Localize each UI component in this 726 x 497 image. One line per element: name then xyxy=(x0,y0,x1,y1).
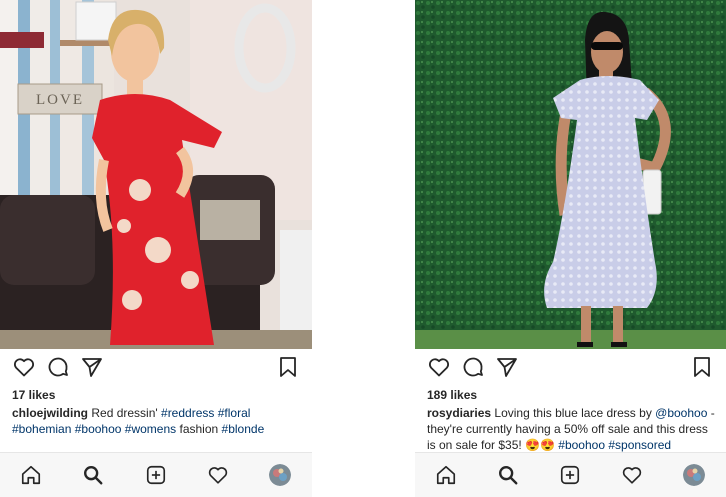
post-caption: chloejwilding Red dressin' #reddress #fl… xyxy=(12,405,306,437)
hashtag-link[interactable]: #boohoo xyxy=(558,438,605,452)
caption-text: Red dressin' xyxy=(91,406,162,420)
instagram-post-chloejwilding: LOVE 17 likes chloejwilding Red dressin'… xyxy=(0,0,312,497)
add-post-icon[interactable] xyxy=(559,464,581,486)
caption-text: Loving this blue lace dress by xyxy=(494,406,656,420)
caption-text: fashion xyxy=(179,422,219,436)
profile-avatar[interactable] xyxy=(269,464,291,486)
search-icon[interactable] xyxy=(497,464,519,486)
hashtag-link[interactable]: #womens xyxy=(125,422,176,436)
home-icon[interactable] xyxy=(435,464,457,486)
hashtag-link[interactable]: #floral xyxy=(218,406,251,420)
caption-text: is on sale for $35! 😍😍 xyxy=(427,438,559,452)
bookmark-icon[interactable] xyxy=(276,355,300,379)
activity-heart-icon[interactable] xyxy=(207,464,229,486)
hashtag-link[interactable]: #blonde xyxy=(222,422,265,436)
bottom-navigation xyxy=(0,452,312,497)
likes-count[interactable]: 189 likes xyxy=(427,388,477,402)
add-post-icon[interactable] xyxy=(145,464,167,486)
heart-icon[interactable] xyxy=(12,355,36,379)
caption-username[interactable]: chloejwilding xyxy=(12,406,88,420)
hashtag-link[interactable]: #reddress xyxy=(161,406,214,420)
caption-text: they're currently having a 50% off sale … xyxy=(427,422,708,436)
caption-username[interactable]: rosydiaries xyxy=(427,406,491,420)
love-sign-text: LOVE xyxy=(36,92,84,108)
comment-icon[interactable] xyxy=(461,355,485,379)
post-action-bar xyxy=(0,355,312,381)
lace-dress-photo xyxy=(415,0,726,349)
comment-icon[interactable] xyxy=(46,355,70,379)
mention-link[interactable]: @boohoo xyxy=(655,406,707,420)
activity-heart-icon[interactable] xyxy=(621,464,643,486)
red-dress-photo: LOVE xyxy=(0,0,312,349)
bookmark-icon[interactable] xyxy=(690,355,714,379)
hashtag-link[interactable]: #bohemian xyxy=(12,422,71,436)
share-icon[interactable] xyxy=(80,355,104,379)
bottom-navigation xyxy=(415,452,726,497)
post-photo[interactable] xyxy=(415,0,726,349)
instagram-post-rosydiaries: 189 likes rosydiaries Loving this blue l… xyxy=(415,0,726,497)
search-icon[interactable] xyxy=(82,464,104,486)
post-caption: rosydiaries Loving this blue lace dress … xyxy=(427,405,720,453)
heart-icon[interactable] xyxy=(427,355,451,379)
profile-avatar[interactable] xyxy=(683,464,705,486)
share-icon[interactable] xyxy=(495,355,519,379)
hashtag-link[interactable]: #boohoo xyxy=(75,422,122,436)
hashtag-link[interactable]: #sponsored xyxy=(608,438,671,452)
post-action-bar xyxy=(415,355,726,381)
post-photo[interactable]: LOVE xyxy=(0,0,312,349)
likes-count[interactable]: 17 likes xyxy=(12,388,55,402)
home-icon[interactable] xyxy=(20,464,42,486)
caption-text: - xyxy=(707,406,715,420)
